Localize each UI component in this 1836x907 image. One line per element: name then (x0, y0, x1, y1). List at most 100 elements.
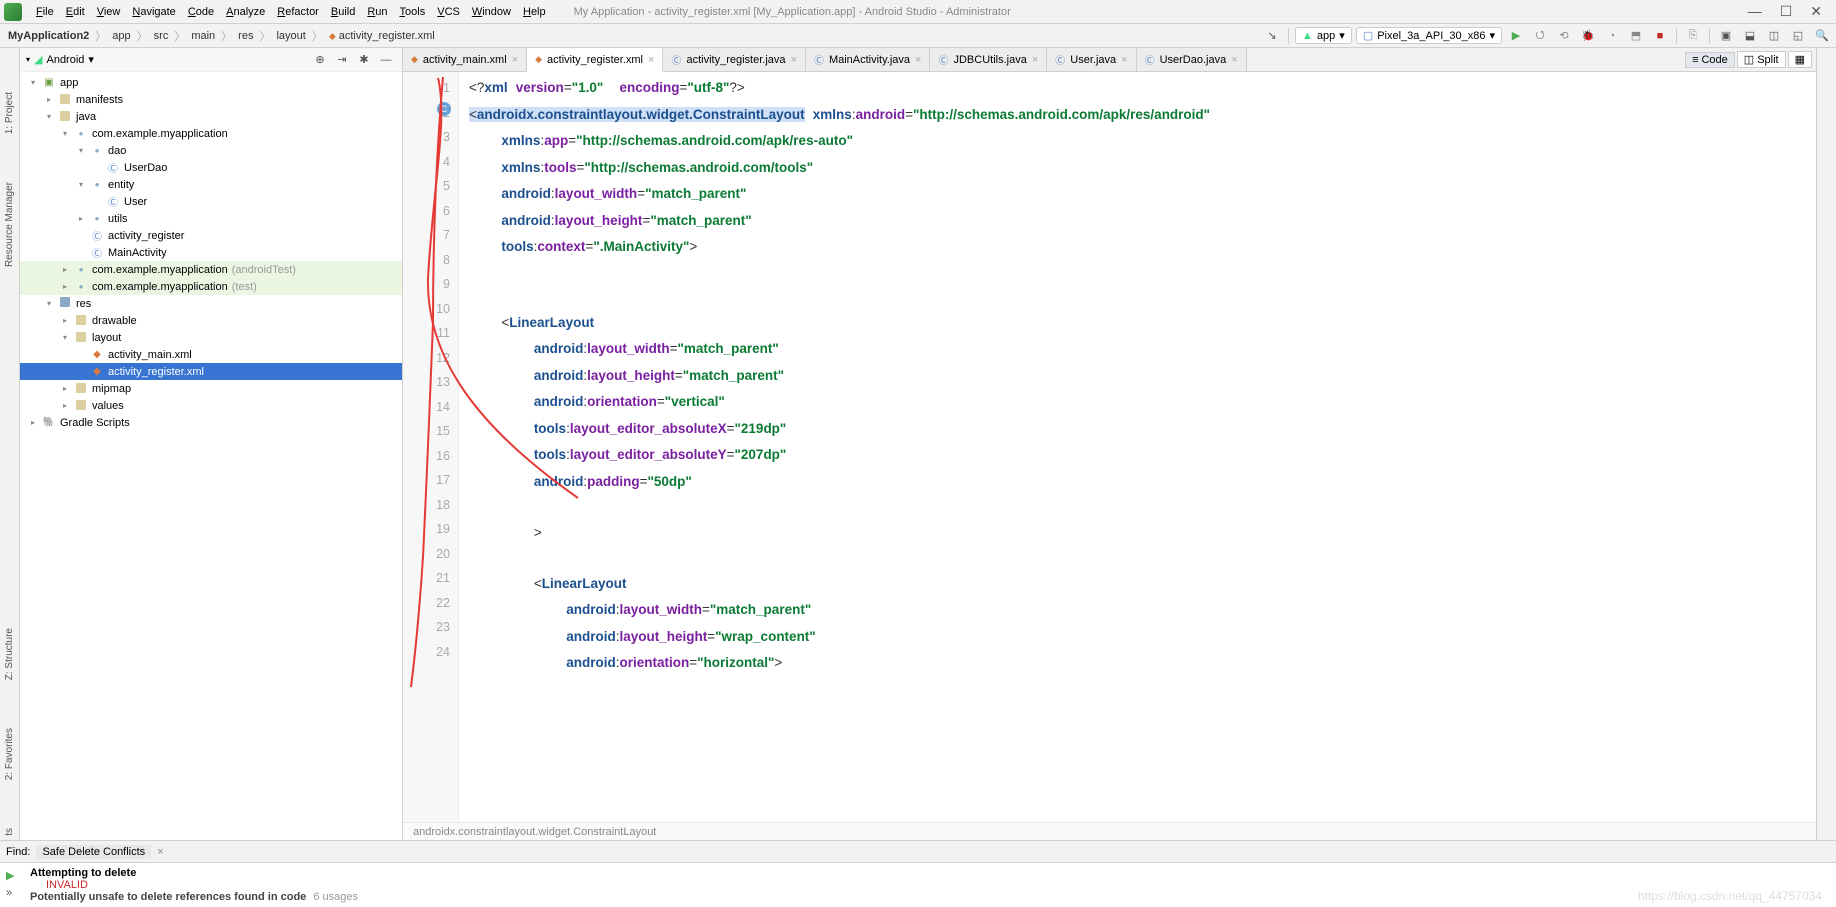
settings-button[interactable]: ✱ (354, 50, 374, 70)
menu-help[interactable]: Help (517, 4, 552, 20)
menu-run[interactable]: Run (361, 4, 393, 20)
tab-close-icon[interactable]: × (1032, 54, 1038, 66)
breadcrumb-item[interactable]: main (187, 29, 219, 43)
project-view-select[interactable]: ◢ Android ▾ (26, 53, 94, 66)
tree-item[interactable]: ▾layout (20, 329, 402, 346)
view-design-button[interactable]: ▦ (1788, 51, 1812, 68)
left-tool-strip: 1: Project Resource Manager Z: Structure… (0, 48, 20, 840)
editor-tab[interactable]: User.java× (1047, 48, 1136, 71)
menu-window[interactable]: Window (466, 4, 517, 20)
tree-item[interactable]: ▾java (20, 108, 402, 125)
side-tab-favorites[interactable]: 2: Favorites (2, 724, 17, 784)
resource-manager-button[interactable]: ◫ (1764, 26, 1784, 46)
run-icon[interactable]: ▶ (6, 869, 14, 882)
editor-tab[interactable]: JDBCUtils.java× (930, 48, 1047, 71)
debug-button[interactable]: 🐞 (1578, 26, 1598, 46)
tab-close-icon[interactable]: × (648, 54, 654, 66)
breadcrumb-item[interactable]: src (150, 29, 173, 43)
maximize-button[interactable]: ☐ (1780, 3, 1793, 20)
tab-close-icon[interactable]: × (1231, 54, 1237, 66)
chevron-down-icon: ▾ (1489, 29, 1495, 42)
tree-item[interactable]: ▸utils (20, 210, 402, 227)
find-tab[interactable]: Safe Delete Conflicts (36, 845, 151, 859)
window-title: My Application - activity_register.xml [… (574, 6, 1011, 18)
nav-toolbar: MyApplication2〉app〉src〉main〉res〉layout〉a… (0, 24, 1836, 48)
run-button[interactable]: ▶ (1506, 26, 1526, 46)
tree-item[interactable]: ▸drawable (20, 312, 402, 329)
editor-tab[interactable]: activity_register.xml× (527, 48, 663, 72)
nav-back-button[interactable]: ↘ (1262, 26, 1282, 46)
stop-button[interactable]: ■ (1650, 26, 1670, 46)
tree-item[interactable]: ▾res (20, 295, 402, 312)
tab-close-icon[interactable]: × (1121, 54, 1127, 66)
breadcrumb-item[interactable]: layout (272, 29, 309, 43)
menu-tools[interactable]: Tools (394, 4, 432, 20)
expand-all-button[interactable]: ⇥ (332, 50, 352, 70)
tree-item[interactable]: ▾dao (20, 142, 402, 159)
tree-item[interactable]: MainActivity (20, 244, 402, 261)
breadcrumb-item[interactable]: activity_register.xml (325, 29, 439, 43)
profile-button[interactable]: ◔ (1602, 26, 1622, 46)
menu-refactor[interactable]: Refactor (271, 4, 325, 20)
tree-item[interactable]: ▾entity (20, 176, 402, 193)
menu-view[interactable]: View (91, 4, 127, 20)
tree-item[interactable]: ▸com.example.myapplication (androidTest) (20, 261, 402, 278)
menu-vcs[interactable]: VCS (431, 4, 466, 20)
tree-item[interactable]: ▸mipmap (20, 380, 402, 397)
select-opened-file-button[interactable]: ⊕ (310, 50, 330, 70)
side-tab-resource-manager[interactable]: Resource Manager (2, 178, 17, 271)
menu-code[interactable]: Code (182, 4, 220, 20)
tree-item[interactable]: activity_main.xml (20, 346, 402, 363)
code-editor[interactable]: <?xml version="1.0" encoding="utf-8"?> <… (459, 72, 1816, 822)
side-tab-project[interactable]: 1: Project (2, 88, 17, 138)
editor-tab[interactable]: activity_main.xml× (403, 48, 527, 71)
side-tab-structure[interactable]: Z: Structure (2, 624, 17, 684)
device-select[interactable]: ▢ Pixel_3a_API_30_x86 ▾ (1356, 27, 1502, 44)
apply-code-button[interactable]: ⟲ (1554, 26, 1574, 46)
tab-close-icon[interactable]: × (915, 54, 921, 66)
side-tab-ts[interactable]: ts (2, 824, 17, 840)
menu-file[interactable]: File (30, 4, 60, 20)
search-button[interactable]: 🔍 (1812, 26, 1832, 46)
breadcrumb-item[interactable]: app (108, 29, 134, 43)
editor-breadcrumb-footer: androidx.constraintlayout.widget.Constra… (403, 822, 1816, 840)
chevron-down-icon: ▾ (1339, 29, 1345, 42)
menu-analyze[interactable]: Analyze (220, 4, 271, 20)
menu-navigate[interactable]: Navigate (126, 4, 181, 20)
find-tab-close-button[interactable]: × (157, 846, 163, 858)
attach-debugger-button[interactable]: ⬒ (1626, 26, 1646, 46)
tab-close-icon[interactable]: × (791, 54, 797, 66)
editor-gutter[interactable]: C 12345678910111213141516171819202122232… (403, 72, 459, 822)
breadcrumb-item[interactable]: res (234, 29, 257, 43)
menu-build[interactable]: Build (325, 4, 361, 20)
editor-tab[interactable]: activity_register.java× (663, 48, 805, 71)
tree-item[interactable]: ▸values (20, 397, 402, 414)
tree-item[interactable]: ▾app (20, 74, 402, 91)
view-code-button[interactable]: ≡Code (1685, 52, 1735, 68)
tree-item[interactable]: User (20, 193, 402, 210)
apply-changes-button[interactable]: ⭯ (1530, 26, 1550, 46)
tree-item[interactable]: UserDao (20, 159, 402, 176)
chevron-icon[interactable]: » (6, 887, 12, 899)
minimize-button[interactable]: — (1748, 3, 1762, 20)
close-button[interactable]: ✕ (1810, 3, 1822, 20)
tree-item[interactable]: ▾com.example.myapplication (20, 125, 402, 142)
editor-tab[interactable]: MainActivity.java× (806, 48, 931, 71)
tree-item[interactable]: ▸manifests (20, 91, 402, 108)
avd-manager-button[interactable]: ▣ (1716, 26, 1736, 46)
hide-button[interactable]: — (376, 50, 396, 70)
editor-tab[interactable]: UserDao.java× (1137, 48, 1247, 71)
sdk-manager-button[interactable]: ⬓ (1740, 26, 1760, 46)
vcs-button[interactable]: ⎘ (1683, 26, 1703, 46)
view-split-button[interactable]: ◫Split (1737, 51, 1786, 68)
tree-item[interactable]: activity_register.xml (20, 363, 402, 380)
menu-edit[interactable]: Edit (60, 4, 91, 20)
breadcrumb-item[interactable]: MyApplication2 (4, 29, 93, 43)
tree-item[interactable]: ▸com.example.myapplication (test) (20, 278, 402, 295)
tab-close-icon[interactable]: × (512, 54, 518, 66)
layout-inspector-button[interactable]: ◱ (1788, 26, 1808, 46)
project-tree[interactable]: ▾app▸manifests▾java▾com.example.myapplic… (20, 72, 402, 840)
tree-item[interactable]: ▸Gradle Scripts (20, 414, 402, 431)
tree-item[interactable]: activity_register (20, 227, 402, 244)
run-config-select[interactable]: ▲ app ▾ (1295, 27, 1352, 44)
